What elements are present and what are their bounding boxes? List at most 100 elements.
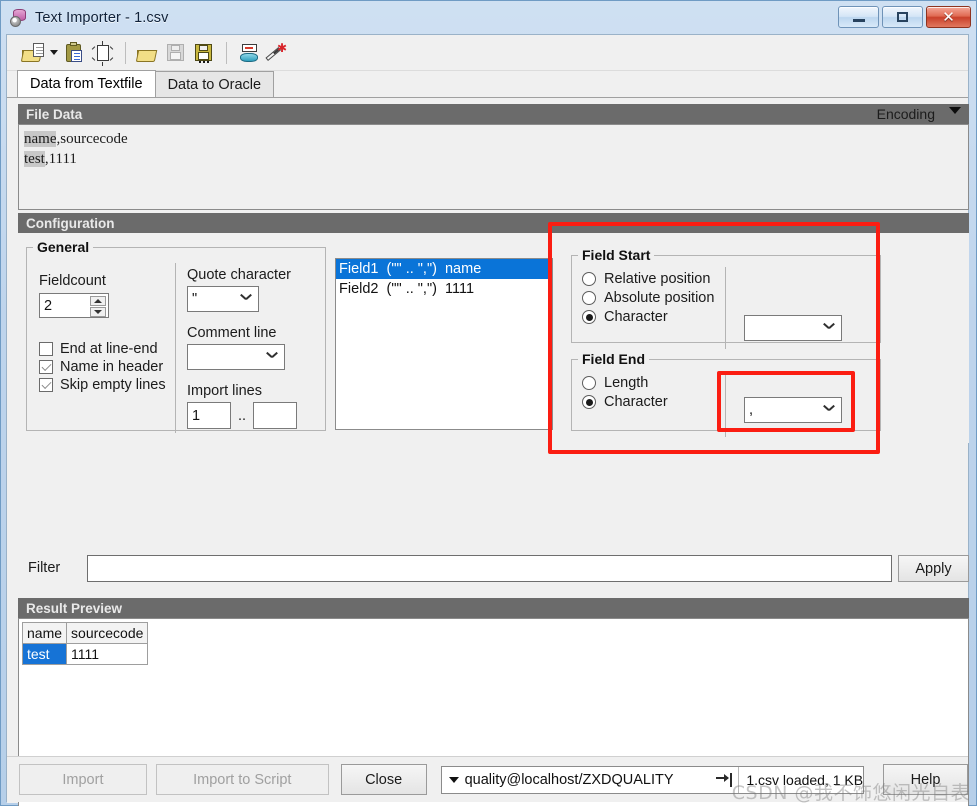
fieldcount-value: 2 [44,298,52,314]
minimize-button[interactable] [838,6,879,28]
new-file-button[interactable] [89,40,117,66]
checkbox-box[interactable] [39,342,53,356]
radio-label: Character [604,394,668,410]
tab-label: Data from Textfile [30,76,143,92]
checkbox-box[interactable] [39,378,53,392]
general-legend: General [33,239,93,255]
radio-circle[interactable] [582,291,596,305]
fieldcount-stepper[interactable]: 2 [39,293,109,318]
encoding-label[interactable]: Encoding [877,106,935,122]
close-button[interactable]: ✕ [926,6,971,28]
page-body: File Data Encoding name,sourcecode test,… [7,98,968,803]
configuration-body: General Fieldcount 2 [18,233,969,443]
radio-field-start-character[interactable]: Character [582,309,714,325]
paste-clipboard-button[interactable] [61,40,89,66]
fieldcount-increment[interactable] [90,296,106,306]
window-controls: ✕ [838,6,971,28]
field-start-separator [725,267,726,349]
database-gear-icon [10,9,28,27]
window-title: Text Importer - 1.csv [35,10,168,26]
open-file-icon [137,43,159,63]
import-lines-label: Import lines [187,383,297,399]
apply-button[interactable]: Apply [898,555,969,582]
save-icon [165,43,187,63]
file-data-rest: ,1111 [45,151,77,167]
apply-label: Apply [915,561,951,577]
close-button-bottom[interactable]: Close [341,764,427,795]
import-lines-from-input[interactable]: 1 [187,402,231,429]
title-bar[interactable]: Text Importer - 1.csv ✕ [1,1,977,34]
pin-connection-icon[interactable] [716,773,732,787]
radio-label: Length [604,375,648,391]
open-file-button[interactable] [134,40,162,66]
file-data-line: test,1111 [24,149,963,169]
radio-circle[interactable] [582,376,596,390]
result-preview-title: Result Preview [26,601,122,616]
save-as-button[interactable] [190,40,218,66]
wizard-wand-icon: ✱ [266,43,288,63]
field-end-separator [725,371,726,437]
import-button[interactable]: Import [19,764,147,795]
toolbar-separator [125,42,126,64]
radio-label: Relative position [604,271,710,287]
csdn-watermark: CSDN @我不饰悠闲光自表 [732,778,970,805]
field-list-item-1[interactable]: Field1 ("" .. ",") name [336,259,552,279]
import-to-script-label: Import to Script [193,772,291,788]
caret-down-icon [94,310,102,314]
checkbox-label: End at line-end [60,341,158,357]
check-icon [41,379,51,389]
comment-line-combo[interactable] [187,344,285,370]
paste-clipboard-icon [64,43,86,63]
checkbox-label: Name in header [60,359,163,375]
tab-data-to-oracle[interactable]: Data to Oracle [155,71,275,97]
field-end-character-combo[interactable]: , [744,397,842,423]
result-preview-header: Result Preview [18,598,969,618]
table-row[interactable]: test 1111 [23,644,148,665]
wizard-button[interactable]: ✱ [263,40,291,66]
radio-length[interactable]: Length [582,375,668,391]
radio-absolute-position[interactable]: Absolute position [582,290,714,306]
field-start-character-combo[interactable] [744,315,842,341]
table-cell-name[interactable]: test [23,644,67,665]
field-list[interactable]: Field1 ("" .. ",") name Field2 ("" .. ",… [335,258,553,430]
dropdown-caret-icon[interactable] [449,777,459,783]
file-data-line: name,sourcecode [24,129,963,149]
checkbox-skip-empty-lines[interactable]: Skip empty lines [39,377,166,393]
configuration-panel: Configuration General Fieldcount 2 [18,213,969,443]
database-import-icon [238,43,260,63]
encoding-dropdown-caret-icon[interactable] [949,107,961,114]
fieldcount-spin-buttons[interactable] [90,296,106,317]
save-button[interactable] [162,40,190,66]
checkbox-end-at-line-end[interactable]: End at line-end [39,341,166,357]
checkbox-box[interactable] [39,360,53,374]
file-data-textarea[interactable]: name,sourcecode test,1111 [18,124,969,210]
fieldcount-label: Fieldcount [39,273,109,289]
open-recent-dropdown[interactable] [47,40,61,66]
result-preview-table[interactable]: name sourcecode test 1111 [22,622,148,665]
radio-circle[interactable] [582,272,596,286]
quote-character-combo[interactable]: " [187,286,259,312]
tab-data-from-textfile[interactable]: Data from Textfile [17,70,156,97]
minimize-icon [853,19,865,22]
field-end-character-value: , [749,402,753,418]
import-lines-to-input[interactable] [253,402,297,429]
radio-circle[interactable] [582,395,596,409]
open-recent-button[interactable] [19,40,47,66]
radio-relative-position[interactable]: Relative position [582,271,714,287]
tab-label: Data to Oracle [168,77,262,93]
radio-circle[interactable] [582,310,596,324]
import-to-script-button[interactable]: Import to Script [156,764,329,795]
file-data-header: File Data Encoding [18,104,969,124]
field-end-group: Field End Length Character [571,351,881,431]
column-header-sourcecode[interactable]: sourcecode [67,623,148,644]
filter-input[interactable] [87,555,892,582]
database-import-button[interactable] [235,40,263,66]
field-list-item-2[interactable]: Field2 ("" .. ",") 1111 [336,279,552,299]
client-area: ✱ Data from Textfile Data to Oracle File… [6,34,969,802]
column-header-name[interactable]: name [23,623,67,644]
fieldcount-decrement[interactable] [90,307,106,317]
radio-field-end-character[interactable]: Character [582,394,668,410]
maximize-button[interactable] [882,6,923,28]
table-cell-sourcecode[interactable]: 1111 [67,644,148,665]
checkbox-name-in-header[interactable]: Name in header [39,359,166,375]
